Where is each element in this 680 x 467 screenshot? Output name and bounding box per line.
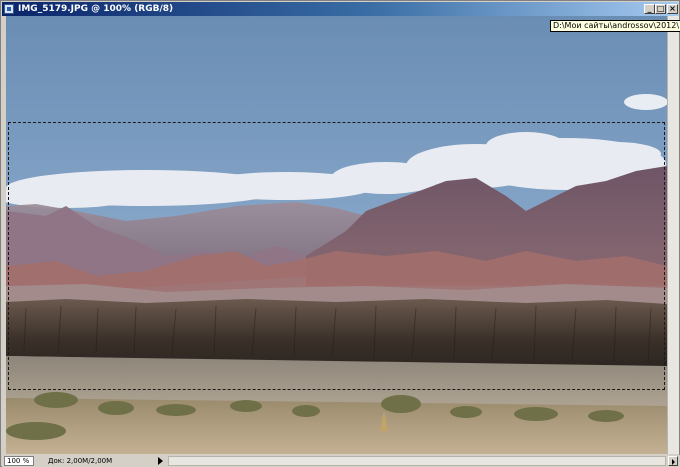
maximize-button[interactable]: □ bbox=[655, 4, 666, 14]
title-bar[interactable]: IMG_5179.JPG @ 100% (RGB/8) _ □ × bbox=[2, 2, 678, 16]
photoshop-document-icon bbox=[4, 4, 14, 14]
horizontal-scrollbar[interactable] bbox=[168, 456, 666, 466]
image-canvas[interactable] bbox=[6, 16, 667, 454]
resize-grip-icon[interactable] bbox=[669, 455, 679, 467]
minimize-button[interactable]: _ bbox=[644, 4, 655, 14]
status-menu-arrow-icon[interactable] bbox=[158, 457, 163, 465]
document-window[interactable]: IMG_5179.JPG @ 100% (RGB/8) _ □ × D:\Мои… bbox=[0, 0, 680, 467]
zoom-level-field[interactable]: 100 % bbox=[4, 456, 34, 466]
status-bar: 100 % Док: 2,00M/2,00M bbox=[2, 455, 680, 467]
landscape-photo bbox=[6, 16, 667, 454]
file-path-tooltip: D:\Мои сайты\androssov\2012\100EOS5 bbox=[550, 20, 680, 32]
window-title: IMG_5179.JPG @ 100% (RGB/8) bbox=[18, 4, 174, 14]
document-size-info: Док: 2,00M/2,00M bbox=[48, 457, 113, 465]
vertical-scrollbar[interactable] bbox=[667, 16, 679, 454]
close-button[interactable]: × bbox=[667, 4, 678, 14]
